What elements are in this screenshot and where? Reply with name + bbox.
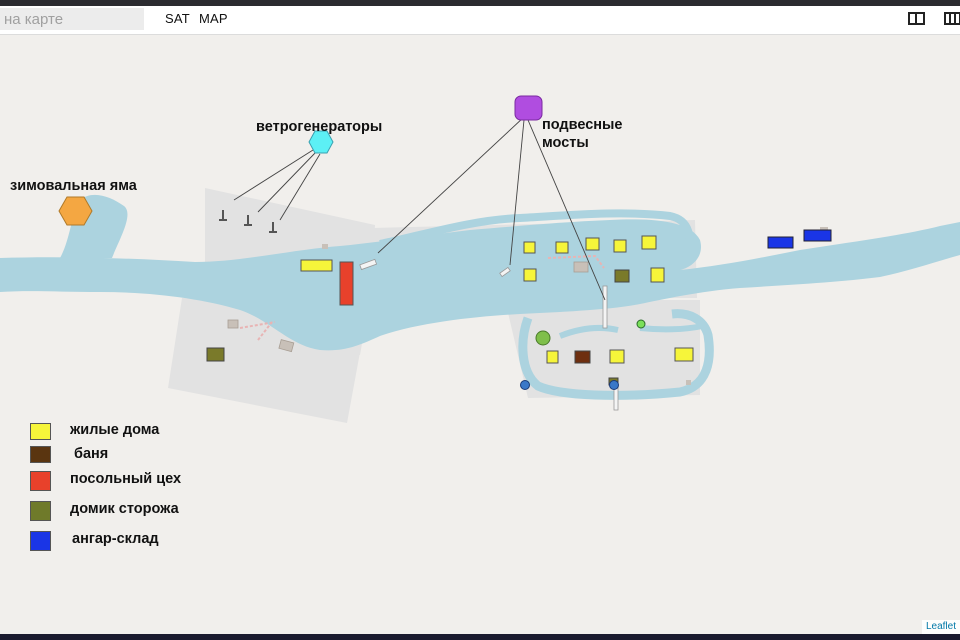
hangar-marker[interactable] [767,236,794,249]
legend-label-salting: посольный цех [70,471,182,487]
house-marker[interactable] [523,268,537,282]
house-marker[interactable] [650,267,665,283]
house-marker[interactable] [585,237,600,251]
legend-item-guard: домик сторожа [30,501,270,525]
legend-item-salting: посольный цех [30,471,270,495]
suspension-bridges-marker[interactable] [514,95,543,121]
small-structure [322,244,328,249]
bath-marker[interactable] [574,350,591,364]
legend-label-houses: жилые дома [70,422,160,438]
legend-label-bath: баня [74,446,109,462]
wintering-pit-label: зимовальная яма [10,178,138,194]
salting-shop-marker[interactable] [339,261,354,306]
legend-label-guard: домик сторожа [70,501,179,517]
east-inlet-channel [639,323,703,333]
hangar-marker[interactable] [803,229,832,242]
legend-item-hangar: ангар-склад [30,531,270,555]
suspension-bridges-label-line2: мосты [542,135,589,151]
window-bottom-strip [0,634,960,640]
legend-item-houses: жилые дома [30,422,270,446]
point-marker-green[interactable] [636,319,646,329]
legend-swatch-houses [30,423,51,440]
point-marker-blue[interactable] [609,380,619,390]
small-structure [227,319,239,329]
sat-button[interactable]: SAT [165,11,190,26]
leaflet-attribution-link[interactable]: Leaflet [921,620,960,634]
house-marker[interactable] [641,235,657,250]
small-structure [573,261,589,273]
wind-generators-label: ветрогенераторы [256,119,382,135]
suspension-bridges-label-line1: подвесные [542,117,623,133]
columns-view-icon[interactable] [944,12,960,25]
legend-swatch-salting [30,471,51,491]
map-toolbar: SAT MAP [0,6,960,35]
house-marker[interactable] [555,241,569,254]
split-view-icon[interactable] [908,12,925,25]
small-structure [686,380,691,385]
house-marker[interactable] [300,259,333,272]
house-marker[interactable] [613,239,627,253]
legend-swatch-bath [30,446,51,463]
legend-label-hangar: ангар-склад [72,531,159,547]
legend-item-bath: баня [30,446,270,470]
search-input[interactable] [0,8,144,30]
house-marker[interactable] [523,241,536,254]
tree-marker[interactable] [535,330,551,346]
house-marker[interactable] [609,349,625,364]
guard-house-marker[interactable] [206,347,225,362]
guard-house-marker[interactable] [614,269,630,283]
house-marker[interactable] [546,350,559,364]
point-marker-blue[interactable] [520,380,530,390]
legend-swatch-guard [30,501,51,521]
bridge [602,285,608,329]
legend-swatch-hangar [30,531,51,551]
map-button[interactable]: MAP [199,11,228,26]
house-marker[interactable] [674,347,694,362]
